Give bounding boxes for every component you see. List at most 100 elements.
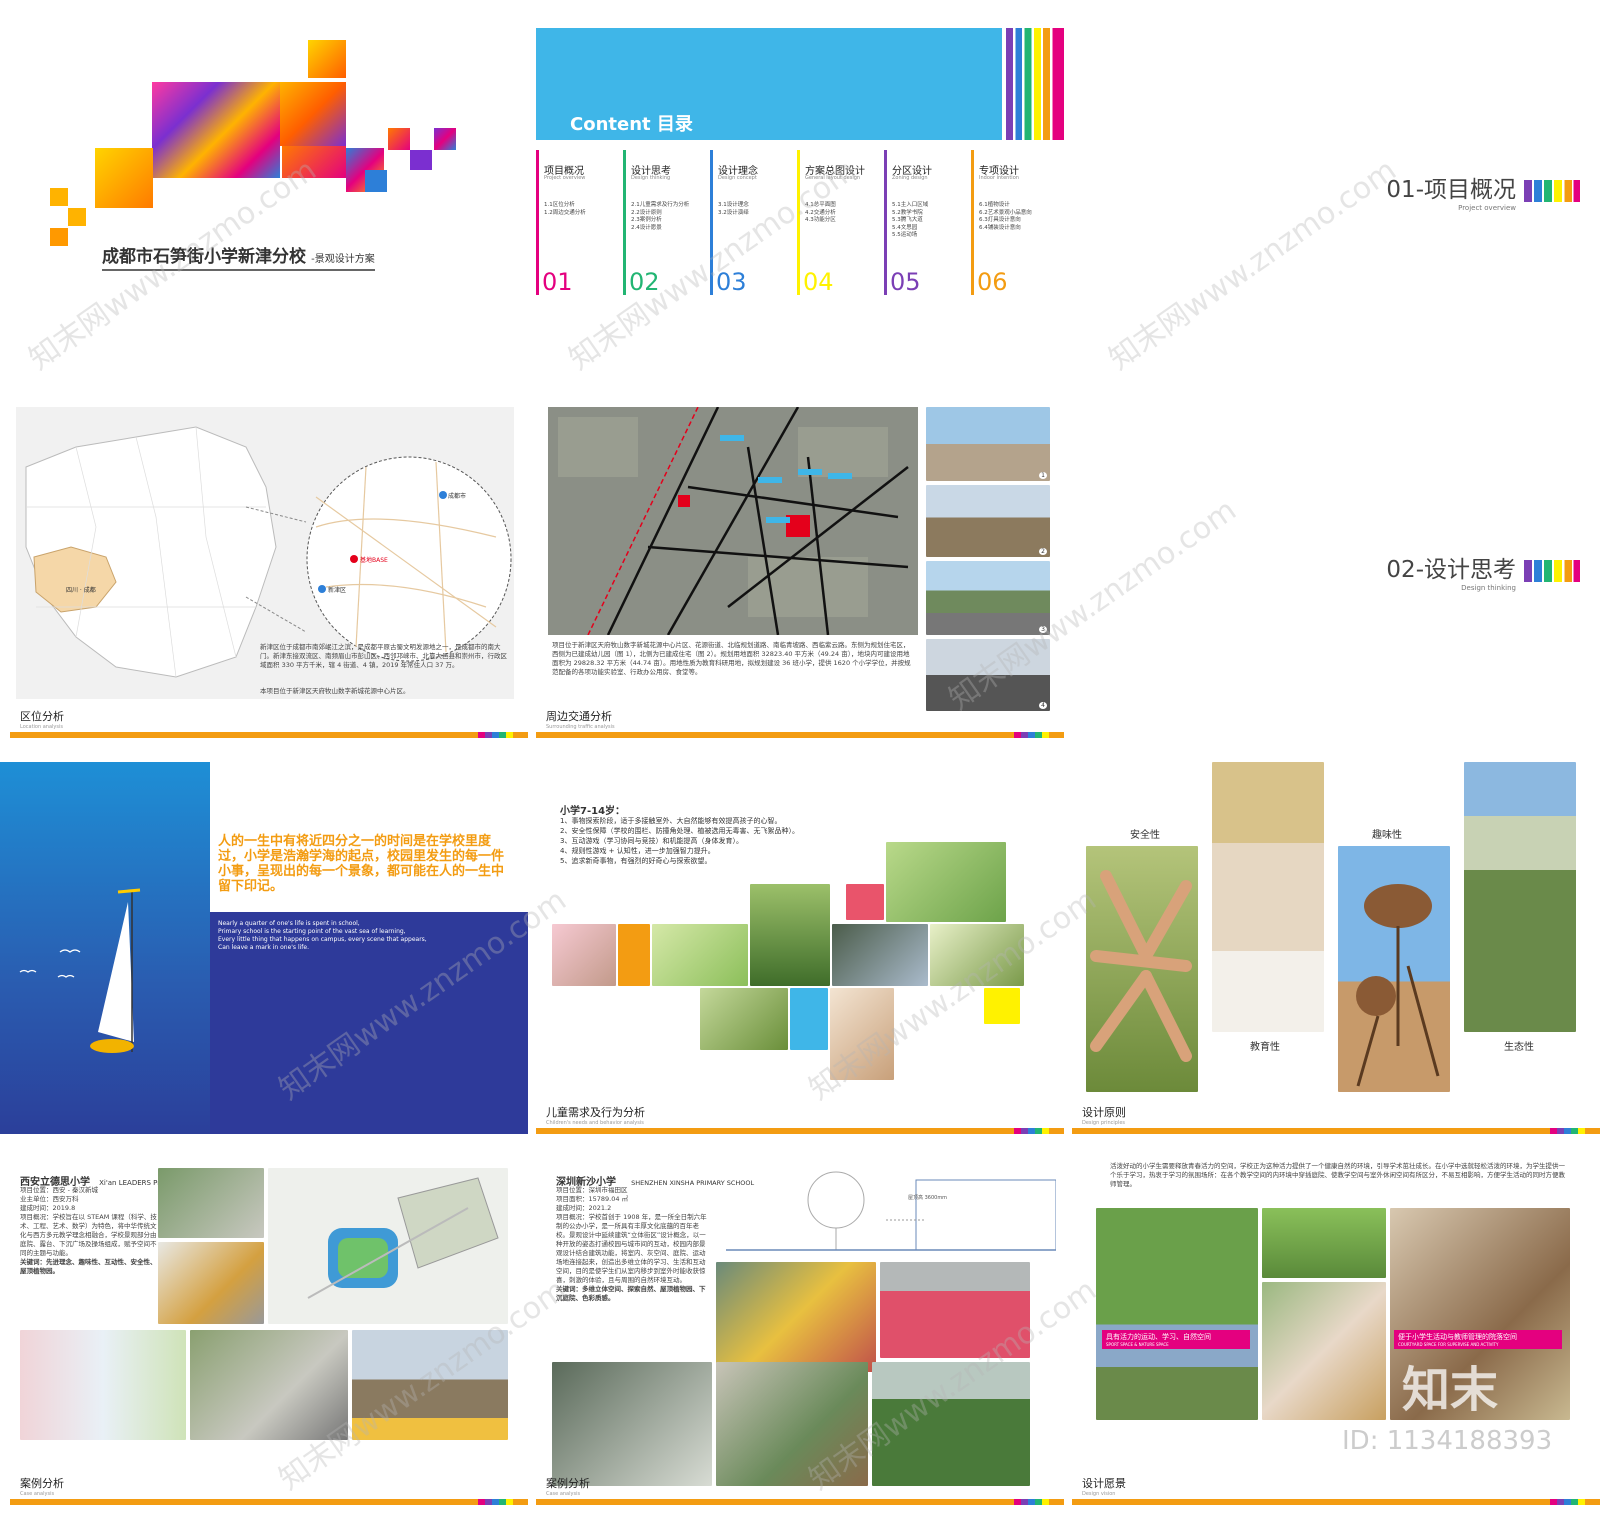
case1-site-plan bbox=[268, 1168, 508, 1324]
traffic-photo-2: 2 bbox=[926, 485, 1050, 557]
contents-slide: Content 目录 项目概况 Project overview 1.1区位分析 1.… bbox=[536, 28, 1064, 350]
vision-slide: 活泼好动的小学生需要释放青春活力的空间，学校正为这种活力提供了一个健康自然的环境… bbox=[1072, 1160, 1600, 1505]
vision-label-1-en: SPORT SPACE & NATURE SPACE bbox=[1106, 1342, 1169, 1347]
location-text: 新津区位于成都市南郊岷江之滨，是成都平原古蜀文明发源地之一，是成都市的南大门。新… bbox=[260, 643, 507, 669]
contents-header: Content 目录 bbox=[536, 28, 1002, 140]
color-block bbox=[984, 988, 1020, 1024]
children-slide: 小学7-14岁： 1、事物探索阶段，适于多接触室外、大自然能够有效提高孩子的心智… bbox=[536, 762, 1064, 1134]
contents-item-en: General layout design bbox=[805, 175, 861, 181]
case1-slide: 西安立德思小学 Xi'an LEADERS Primary School 项目位… bbox=[10, 1160, 528, 1505]
case2-photo bbox=[716, 1362, 868, 1486]
vision-photo bbox=[1262, 1208, 1386, 1278]
quote-en-line: Nearly a quarter of one's life is spent … bbox=[218, 920, 360, 927]
children-lines: 1、事物探索阶段，适于多接触室外、大自然能够有效提高孩子的心智。 2、安全性保障… bbox=[560, 816, 920, 866]
map-label-province: 四川 · 成都 bbox=[66, 587, 96, 594]
contents-title: Content 目录 bbox=[570, 114, 693, 135]
traffic-text: 项目位于新津区天府牧山数字新城花源中心片区、花源街道、北临规划道路、南临青坡路、… bbox=[552, 641, 911, 676]
quote-cn: 人的一生中有将近四分之一的时间是在学校里度过，小学是浩瀚学海的起点，校园里发生的… bbox=[218, 834, 505, 894]
map-label-site: 基地BASE bbox=[360, 557, 388, 564]
children-line: 1、事物探索阶段，适于多接触室外、大自然能够有效提高孩子的心智。 bbox=[560, 817, 782, 825]
traffic-footer: 周边交通分析 bbox=[546, 710, 612, 723]
case1-photo bbox=[190, 1330, 348, 1440]
vision-label-2: 便于小学生活动与教师管理的院落空间 COURTYARD SPACE FOR SU… bbox=[1394, 1330, 1562, 1349]
vision-footer: 设计愿景 bbox=[1082, 1477, 1126, 1490]
section-1-en: Project overview bbox=[1458, 204, 1516, 212]
footer-bar bbox=[536, 1128, 1064, 1134]
vision-label-1-cn: 具有活力的运动、学习、自然空间 bbox=[1106, 1333, 1211, 1341]
child-photo bbox=[552, 924, 616, 986]
section-1-rainbow bbox=[1524, 180, 1580, 202]
vision-label-1: 具有活力的运动、学习、自然空间 SPORT SPACE & NATURE SPA… bbox=[1102, 1330, 1250, 1349]
footer-bar bbox=[536, 732, 1064, 738]
contents-item-en: Design thinking bbox=[631, 175, 671, 181]
case1-line: 项目位置：西安 - 秦汉新城 bbox=[20, 1186, 98, 1194]
principles-footer-en: Design principles bbox=[1082, 1120, 1126, 1126]
case2-dimension-label: 屋顶高 3600mm bbox=[908, 1195, 948, 1201]
sea-panel bbox=[0, 762, 210, 1134]
contents-item-line: 1.2周边交通分析 bbox=[544, 209, 586, 216]
contents-item-accent bbox=[710, 150, 713, 295]
contents-item-number: 02 bbox=[629, 268, 660, 296]
case1-photo bbox=[158, 1168, 264, 1238]
contents-item-number: 03 bbox=[716, 268, 747, 296]
contents-item[interactable]: 设计理念 Design concept 3.1设计理念 3.2设计演绎 03 bbox=[710, 150, 794, 296]
quote-en-line: Primary school is the starting point of … bbox=[218, 928, 406, 935]
principle-photo-ecology bbox=[1464, 762, 1576, 1032]
case2-line: 关键词：多维立体空间、探索自然、屋顶植物园、下沉庭院、色彩质感。 bbox=[556, 1285, 706, 1302]
case2-slide: 深圳新沙小学 SHENZHEN XINSHA PRIMARY SCHOOL 项目… bbox=[536, 1160, 1064, 1505]
principles-slide: 安全性 教育性 趣味性 生态性 设计原则 Design principles bbox=[1072, 762, 1600, 1134]
traffic-photo-1: 1 bbox=[926, 407, 1050, 481]
contents-item-en: Zoning design bbox=[892, 175, 928, 181]
children-footer: 儿童需求及行为分析 bbox=[546, 1106, 645, 1119]
photo-number: 2 bbox=[1039, 548, 1047, 555]
traffic-footer-en: Surrounding traffic analysis bbox=[546, 724, 615, 730]
contents-item-accent bbox=[797, 150, 800, 295]
traffic-aerial-map bbox=[548, 407, 918, 635]
case2-line: 建成时间：2021.2 bbox=[556, 1204, 612, 1212]
contents-item[interactable]: 方案总图设计 General layout design 4.1总平面图 4.2交通分… bbox=[797, 150, 881, 296]
case2-aerial-photo bbox=[716, 1262, 876, 1372]
section-2-title: 02-设计思考 bbox=[1386, 557, 1516, 583]
contents-item[interactable]: 设计思考 Design thinking 2.1儿童需求及行为分析 2.2设计原则 2.… bbox=[623, 150, 707, 296]
case2-line: 项目概况：学校首创于 1908 年，是一所全日制六年制的公办小学，是一所具有丰厚… bbox=[556, 1213, 707, 1284]
child-photo bbox=[700, 988, 788, 1050]
contents-item-line: 3.2设计演绎 bbox=[718, 209, 749, 216]
contents-item-en: Design concept bbox=[718, 175, 757, 181]
contents-item[interactable]: 项目概况 Project overview 1.1区位分析 1.2周边交通分析 01 bbox=[536, 150, 620, 296]
quote-slide: 人的一生中有将近四分之一的时间是在学校里度过，小学是浩瀚学海的起点，校园里发生的… bbox=[0, 762, 528, 1134]
children-line: 5、追求新奇事物，有强烈的好奇心与探索欲望。 bbox=[560, 857, 712, 865]
case2-text: 项目位置：深圳市福田区 项目面积：15789.04 ㎡ 建成时间：2021.2 … bbox=[556, 1186, 708, 1303]
contents-item-line: 6.4铺装设计意向 bbox=[979, 224, 1021, 231]
children-title: 小学7-14岁： bbox=[560, 806, 626, 817]
contents-item-accent bbox=[623, 150, 626, 295]
color-block bbox=[790, 988, 828, 1050]
case1-line: 建成时间：2019.8 bbox=[20, 1204, 76, 1212]
section-2-rainbow bbox=[1524, 560, 1580, 582]
principle-label-education: 教育性 bbox=[1250, 1042, 1280, 1053]
section-2-en: Design thinking bbox=[1461, 584, 1516, 592]
case2-photo bbox=[872, 1362, 1030, 1486]
contents-item-line: 5.5运动场 bbox=[892, 232, 918, 238]
contents-item-number: 04 bbox=[803, 268, 834, 296]
children-line: 3、互动游戏（学习协同与竞技）和机能提高（身体发育）。 bbox=[560, 837, 743, 845]
photo-number: 1 bbox=[1039, 472, 1047, 479]
contents-item[interactable]: 分区设计 Zoning design 5.1主入口区域 5.2教学书院 5.3腾飞大道 5… bbox=[884, 150, 968, 296]
case1-line: 业主单位：西安万科 bbox=[20, 1195, 79, 1203]
section-1-title: 01-项目概况 bbox=[1386, 177, 1516, 203]
cover-title: 成都市石笋街小学新津分校 bbox=[102, 247, 306, 267]
child-photo bbox=[750, 884, 830, 986]
vision-photo bbox=[1262, 1282, 1386, 1420]
quote-en: Nearly a quarter of one's life is spent … bbox=[218, 920, 508, 952]
contents-item[interactable]: 专项设计 Indoor intention 6.1植物设计 6.2艺术景观小品意向 6.… bbox=[971, 150, 1055, 296]
case2-line: 项目位置：深圳市福田区 bbox=[556, 1186, 628, 1194]
case2-section-drawing bbox=[726, 1171, 1056, 1251]
child-photo bbox=[930, 924, 1024, 986]
sailboat-illustration bbox=[19, 888, 141, 1053]
section-1-slide: 01-项目概况 Project overview bbox=[1070, 150, 1580, 230]
case1-text: 项目位置：西安 - 秦汉新城 业主单位：西安万科 建成时间：2019.8 项目概… bbox=[20, 1186, 158, 1276]
principles-footer: 设计原则 bbox=[1082, 1106, 1126, 1119]
children-line: 2、安全性保障（学校的围栏、防撞角处理、植被选用无毒害、无飞絮品种）。 bbox=[560, 827, 799, 835]
contents-item-accent bbox=[971, 150, 974, 295]
vision-footer-en: Design vision bbox=[1082, 1491, 1116, 1497]
case2-footer: 案例分析 bbox=[546, 1477, 590, 1490]
